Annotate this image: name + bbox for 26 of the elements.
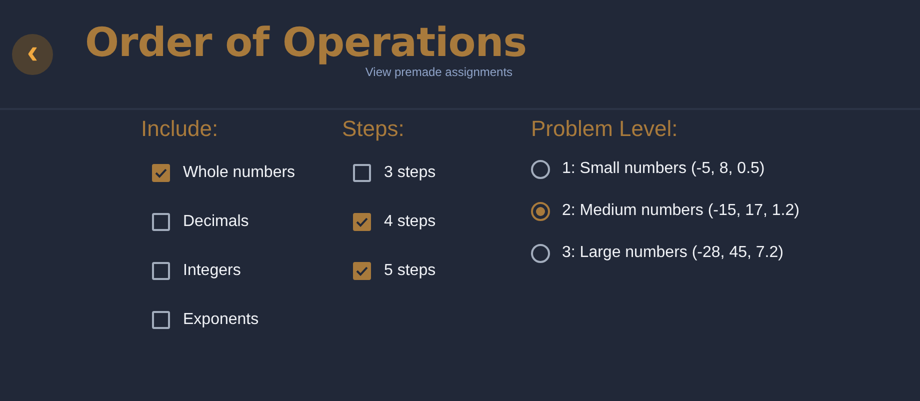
section-heading: Steps: [342,116,406,142]
checkbox-label[interactable]: 3 steps [384,160,436,185]
checkbox-label[interactable]: 5 steps [384,258,436,283]
checkbox-label[interactable]: Exponents [183,308,259,332]
radio-button[interactable] [531,160,550,179]
back-button[interactable]: ‹ [12,34,53,74]
checkbox[interactable] [353,212,371,231]
checkbox-label[interactable]: Integers [183,258,241,283]
checkbox[interactable] [152,164,170,182]
radio-button[interactable] [531,244,550,263]
radio-label[interactable]: 1: Small numbers (-5, 8, 0.5) [562,157,765,182]
checkbox[interactable] [152,262,170,280]
checkbox-label[interactable]: Decimals [183,210,249,234]
radio-button[interactable] [531,202,550,221]
checkbox[interactable] [353,262,371,280]
page-title: Order of Operations [85,23,527,63]
checkbox[interactable] [152,212,170,231]
checkbox-label[interactable]: Whole numbers [183,160,296,185]
radio-label[interactable]: 2: Medium numbers (-15, 17, 1.2) [562,199,800,224]
section-heading: Problem Level: [531,116,679,142]
checkbox-label[interactable]: 4 steps [384,210,436,234]
premade-assignments-link[interactable]: View premade assignments [365,63,513,81]
checkbox[interactable] [353,164,371,182]
checkbox[interactable] [152,310,170,329]
section-heading: Include: [141,116,220,142]
radio-label[interactable]: 3: Large numbers (-28, 45, 7.2) [562,241,784,266]
